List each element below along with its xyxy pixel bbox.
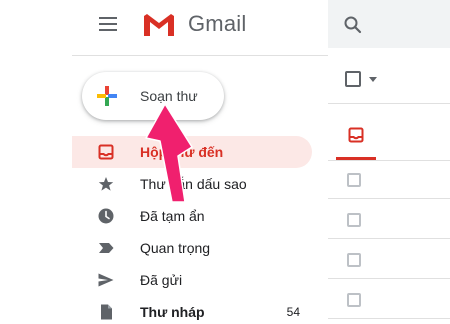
select-all-checkbox[interactable] (345, 71, 361, 87)
send-icon (98, 272, 114, 288)
inbox-tab-icon (348, 127, 364, 142)
gmail-logo[interactable]: Gmail (140, 8, 246, 40)
star-icon (98, 176, 114, 192)
toolbar-divider (328, 103, 450, 104)
sidebar-item-sent[interactable]: Đã gửi (72, 264, 328, 296)
label-important-icon (98, 240, 114, 256)
main-menu-button[interactable] (92, 10, 124, 38)
tab-divider (328, 160, 450, 161)
menu-line (99, 29, 117, 31)
sidebar-item-important[interactable]: Quan trọng (72, 232, 328, 264)
inbox-icon (98, 144, 114, 160)
compose-label: Soạn thư (140, 88, 198, 104)
app-name: Gmail (188, 11, 247, 36)
sidebar-item-starred[interactable]: Thư gắn dấu sao (72, 168, 328, 200)
menu-line (99, 17, 117, 19)
sidebar-item-label: Đã gửi (140, 272, 183, 288)
row-checkbox[interactable] (347, 253, 361, 267)
row-divider (328, 238, 450, 239)
row-checkbox[interactable] (347, 213, 361, 227)
row-divider (328, 198, 450, 199)
drafts-count: 54 (286, 305, 300, 319)
sidebar-item-label: Hộp thư đến (140, 144, 224, 160)
row-checkbox[interactable] (347, 293, 361, 307)
row-divider (328, 278, 450, 279)
sidebar-item-label: Quan trọng (140, 240, 211, 256)
compose-plus-icon (97, 86, 117, 106)
draft-icon (98, 304, 114, 320)
tab-primary[interactable] (336, 112, 376, 160)
sidebar-item-drafts[interactable]: Thư nháp 54 (72, 296, 328, 324)
sidebar-item-label: Đã tạm ẩn (140, 208, 205, 224)
search-icon (344, 16, 362, 34)
sidebar-nav: Hộp thư đến Thư gắn dấu sao Đã tạm ẩn Qu… (72, 136, 328, 324)
menu-line (99, 23, 117, 25)
sidebar-item-label: Thư nháp (140, 304, 205, 320)
search-button[interactable] (336, 8, 370, 42)
row-checkbox[interactable] (347, 173, 361, 187)
sidebar-item-label: Thư gắn dấu sao (140, 176, 247, 192)
clock-icon (98, 208, 114, 224)
compose-button[interactable]: Soạn thư (82, 72, 224, 120)
select-dropdown-icon[interactable] (369, 77, 377, 82)
sidebar-item-snoozed[interactable]: Đã tạm ẩn (72, 200, 328, 232)
row-divider (328, 318, 450, 319)
gmail-m-icon (142, 12, 176, 36)
sidebar-item-inbox[interactable]: Hộp thư đến (72, 136, 312, 168)
